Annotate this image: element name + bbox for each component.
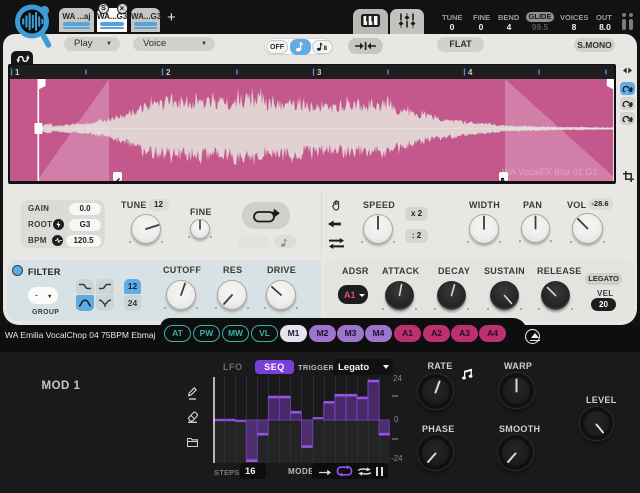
svg-text:8: 8 xyxy=(323,45,327,51)
